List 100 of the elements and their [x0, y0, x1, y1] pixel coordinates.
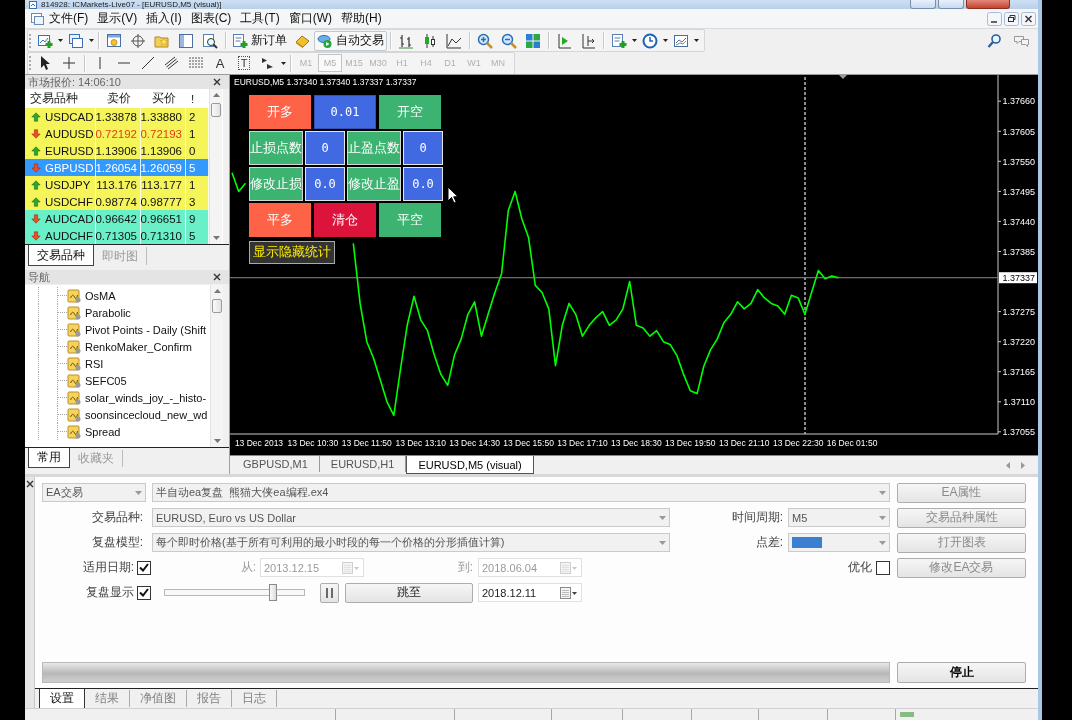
quote-row[interactable]: USDJPY 113.176 113.177 1 [25, 176, 209, 193]
window-coin-icon[interactable] [106, 32, 122, 49]
value-field[interactable]: 0.01 [314, 95, 376, 129]
panel-tab[interactable]: 报告 [187, 690, 232, 707]
panel-tab[interactable]: 交易品种 [28, 245, 94, 266]
bar-chart-icon[interactable] [398, 32, 414, 49]
quote-row[interactable]: AUDCHF 0.71305 0.71310 5 [25, 227, 209, 244]
chart-window-icon[interactable] [673, 32, 689, 49]
navigator-item[interactable]: solar_winds_joy_-_histo- [85, 391, 207, 404]
close-icon[interactable] [1021, 11, 1036, 26]
navigator-item[interactable]: Pivot Points - Daily (Shift [85, 323, 207, 336]
text-tool[interactable]: A [215, 55, 225, 71]
use-date-checkbox[interactable] [137, 560, 151, 575]
crosshair-icon[interactable] [61, 55, 77, 71]
close-icon[interactable] [213, 273, 221, 281]
caret-icon[interactable] [663, 39, 668, 42]
stacked-windows-icon[interactable] [68, 32, 84, 49]
navigator-item[interactable]: SEFC05 [85, 374, 127, 387]
panel-tab[interactable]: GBPUSD,M1 [232, 456, 320, 472]
value-field[interactable]: 0.0 [305, 167, 345, 201]
new-order-button[interactable]: 新订单 [229, 30, 290, 51]
value-field[interactable]: 0 [403, 131, 443, 165]
menu-item[interactable]: 帮助(H) [337, 10, 386, 27]
candlestick-icon[interactable] [422, 32, 438, 49]
scroll-down-icon[interactable] [212, 438, 222, 444]
diagonal-line-icon[interactable] [140, 55, 156, 71]
close-icon[interactable] [25, 480, 34, 488]
new-chart-icon[interactable] [37, 32, 53, 49]
scroll-thumb[interactable] [212, 299, 222, 313]
caret-icon[interactable] [632, 39, 637, 42]
document-window-icon[interactable] [30, 11, 45, 26]
zoom-in-icon[interactable] [477, 32, 493, 49]
quote-row[interactable]: USDCAD 1.33878 1.33880 2 [25, 108, 209, 125]
expert-dropdown[interactable]: 半自动ea复盘 熊猫大侠ea编程.ex4 [152, 483, 890, 502]
navigator-item[interactable]: RenkoMaker_Confirm [85, 340, 192, 353]
period-dropdown[interactable]: M5 [788, 508, 890, 527]
panel-tab[interactable]: 设置 [39, 689, 85, 709]
visual-mode-checkbox[interactable] [137, 585, 151, 600]
minimize-button[interactable] [910, 0, 936, 9]
type-dropdown[interactable]: EA交易 [42, 483, 146, 502]
menu-item[interactable]: 插入(I) [142, 10, 186, 27]
clock-icon[interactable] [642, 32, 658, 49]
panel-tab[interactable]: 常用 [28, 448, 70, 468]
scroll-up-icon[interactable] [211, 92, 221, 98]
scroll-down-icon[interactable] [211, 235, 221, 241]
menu-item[interactable]: 窗口(W) [284, 10, 336, 27]
search-icon[interactable] [987, 32, 1003, 49]
restore-icon[interactable] [1004, 11, 1019, 26]
caret-icon[interactable] [281, 61, 286, 65]
panel-button[interactable]: 清仓 [314, 203, 376, 237]
navigator-item[interactable]: RSI [85, 357, 104, 370]
chart-shift-icon[interactable] [580, 32, 596, 49]
caret-icon[interactable] [89, 39, 94, 42]
crosshair-circle-icon[interactable] [130, 32, 146, 49]
optimization-checkbox[interactable] [876, 560, 890, 575]
column-header[interactable]: 买价 [151, 91, 176, 106]
auto-trading-button[interactable]: 自动交易 [314, 30, 387, 51]
menu-item[interactable]: 显示(V) [93, 10, 142, 27]
quote-row[interactable]: AUDUSD 0.72192 0.72193 1 [25, 125, 209, 142]
grid-tiles-icon[interactable] [525, 32, 541, 49]
skip-to-button[interactable]: 跳至 [345, 582, 473, 603]
column-header[interactable]: 卖价 [106, 91, 131, 106]
document-plus-icon[interactable] [611, 32, 627, 49]
skip-date-field[interactable]: 2018.12.11 [478, 583, 582, 602]
navigator-item[interactable]: soonsincecloud_new_wd [85, 408, 208, 421]
window-panel-icon[interactable] [178, 32, 194, 49]
scroll-thumb[interactable] [211, 103, 221, 117]
panel-tab[interactable]: 净值图 [130, 690, 187, 707]
minimize-icon[interactable] [987, 11, 1002, 26]
quote-row[interactable]: USDCHF 0.98774 0.98777 3 [25, 193, 209, 210]
panel-tab[interactable]: 结果 [85, 690, 130, 707]
value-field[interactable]: 0 [305, 131, 345, 165]
menu-item[interactable]: 图表(C) [186, 10, 236, 27]
text-label-tool[interactable]: T [237, 56, 251, 70]
slider-thumb[interactable] [269, 584, 278, 601]
vertical-scrollbar[interactable] [210, 285, 223, 447]
symbol-dropdown[interactable]: EURUSD, Euro vs US Dollar [152, 508, 670, 527]
navigator-item[interactable]: OsMA [85, 289, 116, 302]
stop-button[interactable]: 停止 [897, 662, 1026, 683]
quote-row[interactable]: EURUSD 1.13906 1.13906 0 [25, 142, 209, 159]
maximize-button[interactable] [938, 0, 964, 9]
toggle-stats-button[interactable]: 显示隐藏统计 [249, 241, 335, 264]
spread-dropdown[interactable] [788, 533, 890, 552]
navigator-item[interactable]: Spread [85, 425, 121, 438]
menu-item[interactable]: 工具(T) [236, 10, 284, 27]
close-icon[interactable] [213, 78, 221, 86]
panel-tab[interactable]: EURUSD,M5 (visual) [406, 456, 534, 474]
magnifier-document-icon[interactable] [202, 32, 218, 49]
caret-icon[interactable] [58, 39, 63, 42]
pause-button[interactable] [320, 582, 339, 603]
line-chart-icon[interactable] [446, 32, 462, 49]
chart-play-icon[interactable] [556, 32, 572, 49]
navigator-item[interactable]: Parabolic [85, 306, 131, 319]
column-header[interactable]: 交易品种 [30, 91, 78, 106]
calendar-dropdown-icon[interactable] [560, 586, 578, 599]
quote-row[interactable]: AUDCAD 0.96642 0.96651 9 [25, 210, 209, 227]
parallel-lines-icon[interactable] [164, 55, 180, 71]
vertical-scrollbar[interactable] [209, 89, 222, 244]
model-dropdown[interactable]: 每个即时价格(基于所有可利用的最小时段的每一个价格的分形插值计算) [152, 533, 670, 552]
column-header[interactable]: ! [191, 92, 195, 105]
